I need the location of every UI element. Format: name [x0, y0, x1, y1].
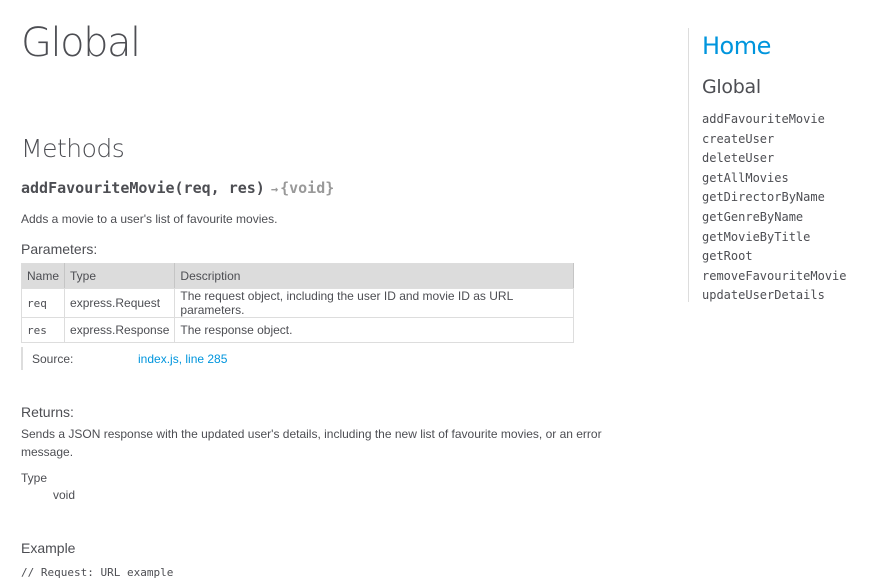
table-row: req express.Request The request object, … — [20, 288, 574, 318]
column-header-name: Name — [20, 263, 66, 289]
source-file-link[interactable]: index.js — [138, 352, 179, 366]
column-header-description: Description — [174, 263, 574, 289]
source-line-link[interactable]: line 285 — [185, 352, 227, 366]
returns-description: Sends a JSON response with the updated u… — [21, 427, 602, 459]
source-label: Source: — [32, 352, 74, 366]
table-header-row: Name Type Description — [20, 263, 574, 289]
nav-item-getAllMovies[interactable]: getAllMovies — [702, 169, 847, 189]
method-description: Adds a movie to a user's list of favouri… — [21, 212, 278, 226]
param-type: express.Response — [64, 317, 176, 343]
param-type: express.Request — [64, 288, 176, 318]
nav-item-getMovieByTitle[interactable]: getMovieByTitle — [702, 228, 847, 248]
nav-item-getGenreByName[interactable]: getGenreByName — [702, 208, 847, 228]
example-heading: Example — [21, 540, 76, 556]
source-details: Source: index.js, line 285 — [21, 347, 323, 370]
nav-global-heading: Global — [702, 76, 761, 98]
param-name: req — [20, 288, 66, 318]
method-name: addFavouriteMovie — [21, 179, 175, 197]
nav-item-createUser[interactable]: createUser — [702, 130, 847, 150]
method-signature: addFavouriteMovie(req, res) → {void} — [21, 178, 334, 199]
method-return-type: {void} — [280, 179, 335, 197]
parameters-heading: Parameters: — [21, 241, 98, 257]
nav-item-getRoot[interactable]: getRoot — [702, 247, 847, 267]
table-row: res express.Response The response object… — [20, 317, 574, 343]
returns-heading: Returns: — [21, 404, 74, 420]
param-description: The request object, including the user I… — [174, 288, 574, 318]
page-title: Global — [21, 20, 141, 66]
method-params-signature: (req, res) — [174, 179, 265, 197]
column-header-type: Type — [64, 263, 176, 289]
param-name: res — [20, 317, 66, 343]
nav-item-addFavouriteMovie[interactable]: addFavouriteMovie — [702, 110, 847, 130]
nav-item-deleteUser[interactable]: deleteUser — [702, 149, 847, 169]
nav-item-removeFavouriteMovie[interactable]: removeFavouriteMovie — [702, 267, 847, 287]
nav-method-list: addFavouriteMovie createUser deleteUser … — [702, 110, 847, 306]
return-arrow-icon: → — [270, 182, 279, 196]
type-label: Type — [21, 471, 48, 485]
source-link[interactable]: index.js, line 285 — [138, 352, 227, 366]
methods-heading: Methods — [21, 134, 125, 163]
type-value: void — [53, 488, 76, 502]
nav-home-link[interactable]: Home — [702, 31, 771, 61]
nav-item-updateUserDetails[interactable]: updateUserDetails — [702, 286, 847, 306]
sidebar-nav: Home Global addFavouriteMovie createUser… — [688, 28, 869, 302]
nav-item-getDirectorByName[interactable]: getDirectorByName — [702, 188, 847, 208]
example-code: // Request: URL example — [21, 566, 174, 579]
param-description: The response object. — [174, 317, 574, 343]
parameters-table: Name Type Description req express.Reques… — [20, 263, 574, 343]
